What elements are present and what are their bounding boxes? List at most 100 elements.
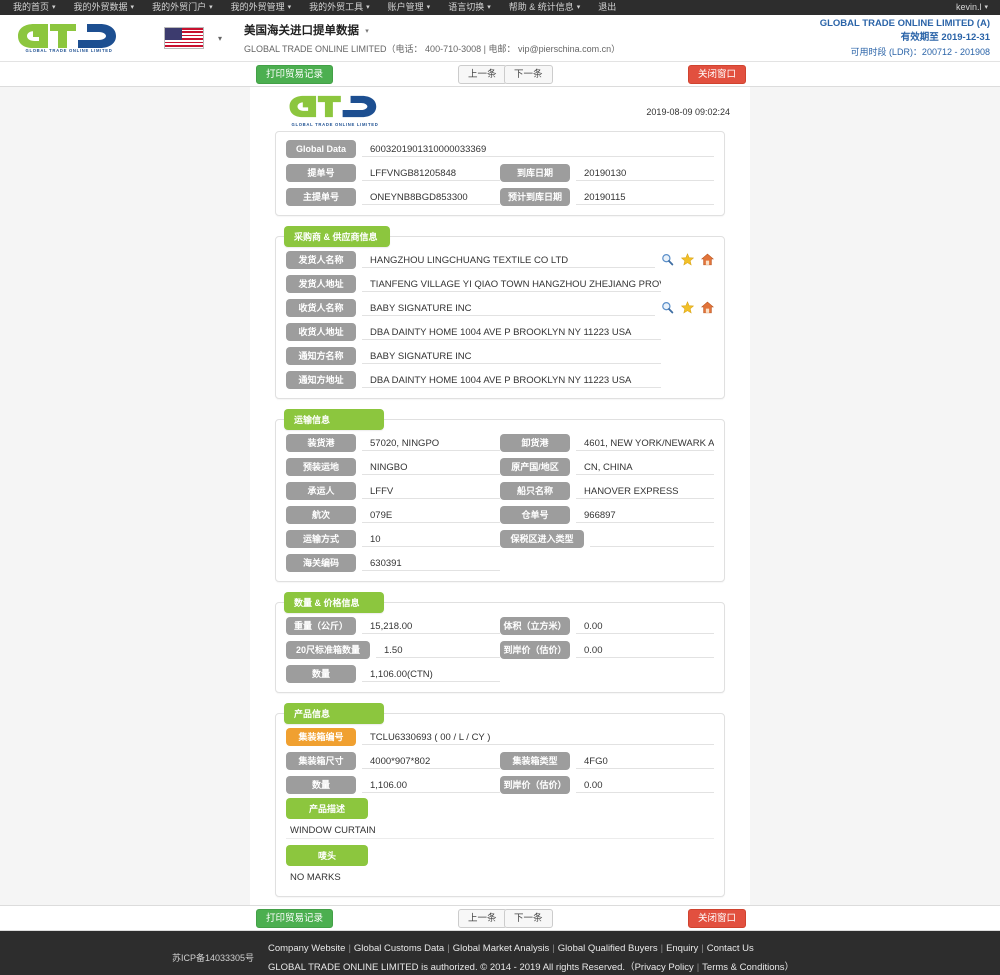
- party-2-field: 收货人名称 BABY SIGNATURE INC: [286, 299, 655, 317]
- basic-2-1-value: 20190115: [576, 190, 714, 205]
- quantity-2-0-field: 数量 1,106.00(CTN): [286, 665, 500, 683]
- party-row: 发货人名称 HANGZHOU LINGCHUANG TEXTILE CO LTD: [286, 251, 714, 269]
- next-record-button[interactable]: 下一条: [504, 64, 553, 84]
- topnav-item-label: 我的外贸数据: [73, 2, 128, 12]
- topnav-item-label: 我的外贸管理: [230, 2, 285, 12]
- topnav-item-6[interactable]: 语言切换 ▾: [439, 0, 500, 15]
- home-icon[interactable]: [701, 253, 714, 266]
- prev-record-button[interactable]: 上一条: [458, 64, 507, 84]
- print-record-button[interactable]: 打印贸易记录: [256, 64, 334, 84]
- transport-3-0-value: 079E: [362, 508, 500, 523]
- product-2-1-label: 到岸价（估价）: [500, 776, 570, 794]
- basic-2-0-label: 主提单号: [286, 188, 356, 206]
- quantity-0-1-label: 体积（立方米）: [500, 617, 570, 635]
- search-icon[interactable]: [661, 301, 674, 314]
- terms-conditions-link[interactable]: Terms & Conditions: [702, 962, 784, 973]
- topnav-item-label: 我的外贸工具: [309, 2, 364, 12]
- topnav-item-2[interactable]: 我的外贸门户 ▾: [143, 0, 222, 15]
- quantity-0-1-value: 0.00: [576, 619, 714, 634]
- record-timestamp: 2019-08-09 09:02:24: [646, 107, 730, 117]
- basic-2-0-value: ONEYNB8BGD853300: [362, 190, 500, 205]
- next-record-button-bottom[interactable]: 下一条: [504, 908, 553, 928]
- home-icon[interactable]: [701, 301, 714, 314]
- transport-0-1-value: 4601, NEW YORK/NEWARK AR: [576, 436, 714, 451]
- product-2-0-value: 1,106.00: [362, 778, 500, 793]
- quantity-0-0-field: 重量（公斤） 15,218.00: [286, 617, 500, 635]
- topnav-item-label: 我的首页: [13, 2, 50, 12]
- party-2-actions: [661, 300, 714, 316]
- page-title-block: 美国海关进口提单数据 ▾ GLOBAL TRADE ONLINE LIMITED…: [244, 22, 620, 55]
- country-selector[interactable]: ▾: [164, 27, 222, 49]
- party-5-field: 通知方地址 DBA DAINTY HOME 1004 AVE P BROOKLYN…: [286, 371, 661, 389]
- chevron-down-icon: ▾: [218, 33, 223, 43]
- topnav-item-7[interactable]: 帮助 & 统计信息 ▾: [500, 0, 590, 15]
- basic-info-row: Global Data 6003201901310000033369: [286, 140, 714, 158]
- prev-record-button-bottom[interactable]: 上一条: [458, 908, 507, 928]
- topnav-item-4[interactable]: 我的外贸工具 ▾: [300, 0, 379, 15]
- privacy-policy-link[interactable]: Privacy Policy: [635, 962, 694, 973]
- quantity-row: 数量 1,106.00(CTN): [286, 665, 714, 683]
- transport-panel-title: 运输信息: [284, 409, 384, 430]
- chevron-down-icon: ▾: [576, 4, 581, 11]
- basic-0-0-field: Global Data 6003201901310000033369: [286, 140, 714, 158]
- product-1-0-field: 集装箱尺寸 4000*907*802: [286, 752, 500, 770]
- transport-3-1-field: 仓单号 966897: [500, 506, 714, 524]
- chevron-down-icon[interactable]: ▾: [365, 27, 369, 35]
- transport-3-0-label: 航次: [286, 506, 356, 524]
- icp-license: 苏ICP备14033305号: [171, 953, 254, 963]
- product-1-0-label: 集装箱尺寸: [286, 752, 356, 770]
- footer-link-separator: |: [701, 942, 704, 954]
- basic-0-0-value: 6003201901310000033369: [362, 142, 714, 157]
- product-0-0-field: 集装箱编号 TCLU6330693 ( 00 / L / CY ): [286, 728, 714, 746]
- topnav-item-8[interactable]: 退出: [589, 0, 625, 15]
- marks-value: NO MARKS: [290, 872, 341, 883]
- product-2-1-value: 0.00: [576, 778, 714, 793]
- product-0-0-value: TCLU6330693 ( 00 / L / CY ): [362, 730, 714, 745]
- parties-panel-title: 采购商 & 供应商信息: [284, 226, 390, 247]
- topnav-item-0[interactable]: 我的首页 ▾: [4, 0, 65, 15]
- topnav-item-label: 退出: [598, 2, 617, 12]
- transport-1-0-label: 预装运地: [286, 458, 356, 476]
- gto-logo-mark: [289, 95, 377, 118]
- footer-link-separator: |: [348, 942, 351, 954]
- transport-3-1-label: 仓单号: [500, 506, 570, 524]
- footer-link-4[interactable]: Enquiry: [666, 943, 698, 954]
- copyright-suffix: ）: [784, 961, 795, 973]
- quantity-2-0-value: 1,106.00(CTN): [362, 667, 500, 682]
- page-title: 美国海关进口提单数据: [244, 24, 360, 37]
- star-icon[interactable]: [681, 300, 694, 314]
- footer-copyright: GLOBAL TRADE ONLINE LIMITED is authorize…: [268, 961, 795, 973]
- quantity-1-0-field: 20尺标准箱数量 1.50: [286, 641, 500, 659]
- page-body: GLOBAL TRADE ONLINE LIMITED 2019-08-09 0…: [0, 87, 1000, 927]
- footer-link-3[interactable]: Global Qualified Buyers: [558, 943, 658, 954]
- close-window-button[interactable]: 关闭窗口: [688, 64, 747, 84]
- user-menu[interactable]: kevin.l ▾: [947, 0, 994, 15]
- close-window-button-bottom[interactable]: 关闭窗口: [688, 908, 747, 928]
- footer-link-0[interactable]: Company Website: [268, 943, 345, 954]
- footer-link-separator: |: [660, 942, 664, 954]
- gto-logo[interactable]: GLOBAL TRADE ONLINE LIMITED: [14, 23, 124, 53]
- chevron-down-icon: ▾: [366, 4, 370, 11]
- topnav-item-5[interactable]: 账户管理 ▾: [379, 0, 440, 15]
- marks-label: 唛头: [286, 845, 368, 866]
- print-record-button-bottom[interactable]: 打印贸易记录: [256, 908, 334, 928]
- topnav-item-3[interactable]: 我的外贸管理 ▾: [222, 0, 301, 15]
- footer-link-1[interactable]: Global Customs Data: [354, 943, 444, 954]
- footer-link-2[interactable]: Global Market Analysis: [453, 943, 550, 954]
- chevron-down-icon: ▾: [130, 4, 135, 11]
- product-row: 数量 1,106.00 到岸价（估价） 0.00: [286, 776, 714, 794]
- party-4-label: 通知方名称: [286, 347, 356, 365]
- search-icon[interactable]: [661, 253, 674, 266]
- star-icon[interactable]: [681, 252, 694, 266]
- transport-0-0-label: 装货港: [286, 434, 356, 452]
- party-2-value: BABY SIGNATURE INC: [362, 301, 655, 316]
- footer-link-5[interactable]: Contact Us: [707, 943, 754, 954]
- basic-2-1-field: 预计到库日期 20190115: [500, 188, 714, 206]
- product-row: 集装箱编号 TCLU6330693 ( 00 / L / CY ): [286, 728, 714, 746]
- sheet-logo-tagline: GLOBAL TRADE ONLINE LIMITED: [291, 122, 379, 127]
- chevron-down-icon: ▾: [209, 4, 213, 11]
- quantity-0-0-value: 15,218.00: [362, 619, 500, 634]
- topnav-item-1[interactable]: 我的外贸数据 ▾: [65, 0, 144, 15]
- parties-panel: 采购商 & 供应商信息 发货人名称 HANGZHOU LINGCHUANG TEX…: [275, 226, 725, 399]
